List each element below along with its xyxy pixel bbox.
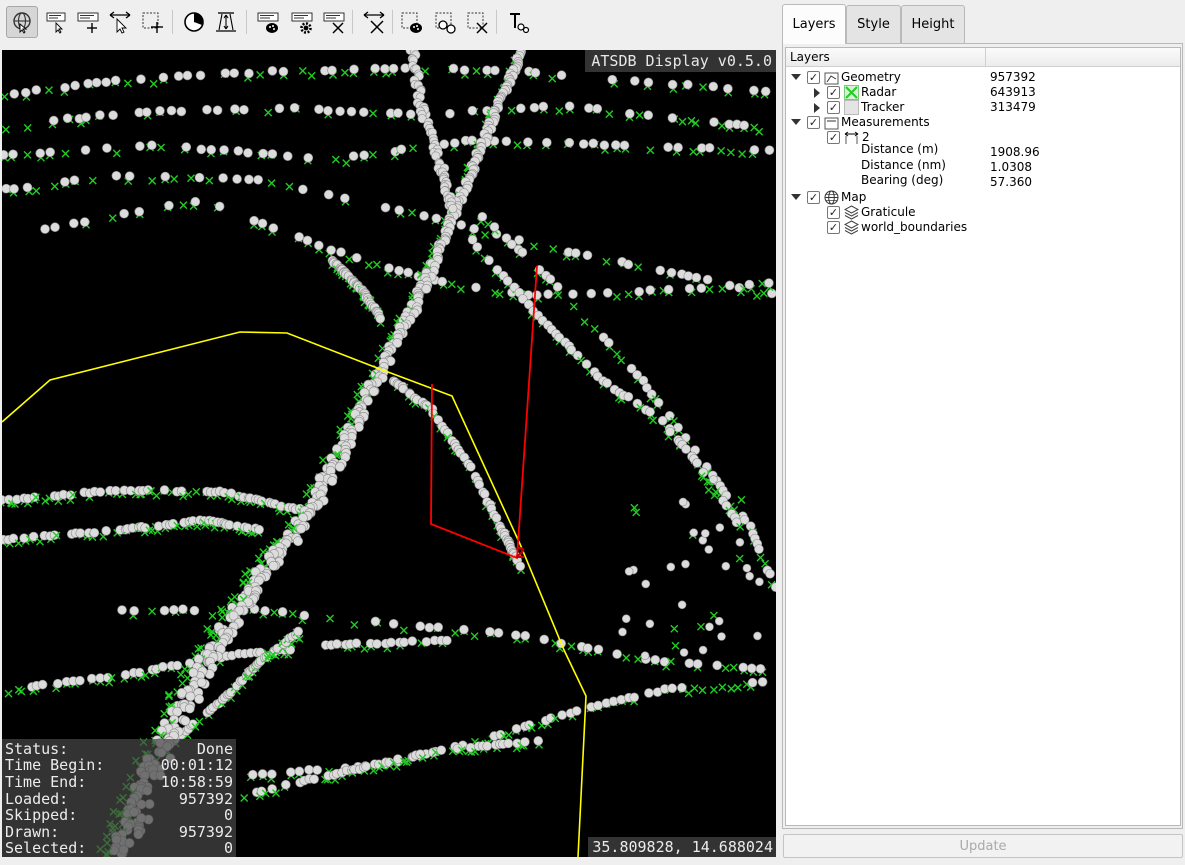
style-tool-button[interactable]: [252, 6, 284, 38]
label-icon: [46, 12, 66, 34]
radar-and-tracker-plots: [2, 50, 776, 857]
select-compare-tool-button[interactable]: [430, 6, 462, 38]
height-filter-icon: [216, 12, 236, 32]
timeline-tool-button[interactable]: [178, 6, 210, 38]
tree-row-measurement-2[interactable]: ✓ 2: [786, 130, 1180, 145]
selected-row: Selected: 0: [5, 839, 233, 857]
select-move-icon: [109, 11, 131, 34]
map-view[interactable]: 2 ATSDB Display v0.5.0 Status: Done Time …: [2, 50, 776, 857]
radar-style-icon: [844, 85, 859, 100]
layers-pane: Layers ✓ Geometry 957392 ✓ Radar 643913: [782, 43, 1183, 829]
layer-stack-icon: [844, 220, 859, 235]
geometry-icon: [824, 72, 839, 85]
update-button[interactable]: Update: [783, 834, 1183, 858]
measure-icon: [844, 131, 859, 144]
map-toolbar: [0, 0, 778, 48]
tab-height[interactable]: Height: [901, 5, 965, 43]
navigate-icon: [13, 12, 31, 34]
layer-stack-icon: [844, 205, 859, 220]
measurement-2-checkbox[interactable]: ✓: [827, 131, 840, 144]
globe-icon: [824, 190, 839, 205]
map-checkbox[interactable]: ✓: [807, 191, 820, 204]
add-label-icon: [77, 12, 99, 33]
select-rectangle-icon: [142, 12, 163, 33]
tree-row-map[interactable]: ✓ Map: [786, 190, 1180, 205]
clear-tool-button[interactable]: [318, 6, 350, 38]
collapse-arrow-icon[interactable]: [791, 74, 801, 80]
tree-row-bearing: Bearing (deg) 57.360: [861, 173, 1032, 189]
tab-layers[interactable]: Layers: [782, 4, 846, 44]
tree-row-graticule[interactable]: ✓ Graticule: [786, 205, 1180, 220]
select-style-icon: [401, 12, 422, 33]
radar-checkbox[interactable]: ✓: [827, 86, 840, 99]
tree-row-geometry[interactable]: ✓ Geometry 957392: [786, 70, 1180, 85]
text-tool-button[interactable]: [502, 6, 534, 38]
style-icon: [257, 12, 279, 33]
map-plot: 2: [2, 50, 776, 857]
label-tool-button[interactable]: [40, 6, 72, 38]
status-overlay: Status: Done Time Begin: 00:01:12 Time End…: [2, 738, 236, 857]
map-title: ATSDB Display v0.5.0: [585, 50, 776, 72]
cursor-coordinates: 35.809828, 14.688024: [588, 837, 776, 857]
tree-row-distance-m: Distance (m) 1908.96: [861, 142, 1040, 159]
measurement-line: [430, 265, 538, 560]
tree-header-layers: Layers: [786, 48, 986, 66]
settings-tool-button[interactable]: [286, 6, 318, 38]
tree-header-value: [986, 48, 990, 66]
tree-row-radar[interactable]: ✓ Radar 643913: [786, 85, 1180, 100]
select-compare-icon: [435, 12, 456, 34]
measurements-checkbox[interactable]: ✓: [807, 116, 820, 129]
tree-row-world-boundaries[interactable]: ✓ world_boundaries: [786, 220, 1180, 235]
add-label-tool-button[interactable]: [72, 6, 104, 38]
deselect-tool-button[interactable]: [462, 6, 494, 38]
tree-row-tracker[interactable]: ✓ Tracker 313479: [786, 100, 1180, 115]
world-boundaries-checkbox[interactable]: ✓: [827, 221, 840, 234]
collapse-arrow-icon[interactable]: [791, 119, 801, 125]
tree-row-distance-nm: Distance (nm) 1.0308: [861, 158, 1032, 174]
measure-clear-tool-button[interactable]: [358, 6, 390, 38]
tracker-style-icon: [844, 100, 859, 115]
tree-header: Layers: [786, 48, 1180, 67]
geometry-checkbox[interactable]: ✓: [807, 71, 820, 84]
measurement-label: 2: [515, 544, 525, 562]
deselect-icon: [467, 12, 488, 34]
layers-tree[interactable]: Layers ✓ Geometry 957392 ✓ Radar 643913: [785, 47, 1181, 826]
select-rectangle-tool-button[interactable]: [136, 6, 168, 38]
time-end-row: Time End: 10:58:59: [5, 773, 233, 792]
drawn-row: Drawn: 957392: [5, 822, 233, 841]
measurements-icon: [824, 117, 839, 130]
settings-icon: [291, 12, 313, 34]
collapse-arrow-icon[interactable]: [791, 194, 801, 200]
skipped-row: Skipped: 0: [5, 806, 233, 825]
select-move-tool-button[interactable]: [104, 6, 136, 38]
select-style-tool-button[interactable]: [396, 6, 428, 38]
status-row: Status: Done: [5, 739, 233, 758]
height-filter-tool-button[interactable]: [210, 6, 242, 38]
measure-clear-icon: [363, 11, 385, 34]
clear-icon: [323, 12, 345, 34]
navigate-tool-button[interactable]: [6, 6, 38, 38]
graticule-checkbox[interactable]: ✓: [827, 206, 840, 219]
loaded-row: Loaded: 957392: [5, 789, 233, 808]
tree-row-measurements[interactable]: ✓ Measurements: [786, 115, 1180, 130]
tab-style[interactable]: Style: [846, 5, 901, 43]
tracker-checkbox[interactable]: ✓: [827, 101, 840, 114]
timeline-icon: [184, 12, 204, 32]
text-tool-icon: [510, 13, 530, 34]
side-panel: Layers Style Height Layers ✓ Geometry 95…: [782, 0, 1185, 865]
expand-arrow-icon[interactable]: [814, 88, 820, 98]
expand-arrow-icon[interactable]: [814, 103, 820, 113]
time-begin-row: Time Begin: 00:01:12: [5, 756, 233, 775]
